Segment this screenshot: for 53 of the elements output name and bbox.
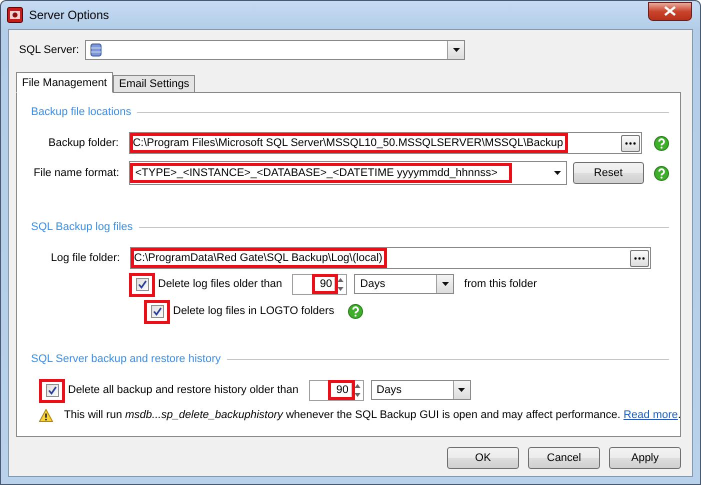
reset-button[interactable]: Reset [572,162,644,184]
dropdown-value: Days [376,384,403,396]
field-value: C:\Program Files\Microsoft SQL Server\MSSQL10_50.MSSQLSERVER\MSSQL\Backup [132,137,564,149]
warning-text: This will run msdb...sp_delete_backuphistory whenever the SQL Backup GUI is open and may affect performance. Read more. [64,409,681,421]
dropdown-arrow-icon [458,388,466,392]
checkbox-label: Delete all backup and restore history older than [68,384,299,396]
app-icon [7,7,23,23]
unit-dropdown[interactable]: Days [370,380,471,400]
section-heading: Backup file locations [31,106,132,118]
checkbox-label: Delete log files in LOGTO folders [173,305,334,317]
suffix-text: from this folder [464,278,537,290]
server-dropdown[interactable] [85,40,466,60]
section-heading: SQL Server backup and restore history [31,353,221,365]
folder-field[interactable]: C:\Program Files\Microsoft SQL Server\MSSQL10_50.MSSQLSERVER\MSSQL\Backup [128,132,642,154]
checkbox[interactable] [46,384,59,396]
dialog-button[interactable]: Cancel [528,447,600,469]
checkbox[interactable] [136,278,149,290]
dropdown-value: <TYPE>_<INSTANCE>_<DATABASE>_<DATETIME yyyymmdd_hhnnss> [135,167,498,179]
ellipsis-icon [634,256,645,260]
server-label: SQL Server: [19,44,80,56]
spinner-value: 90 [336,384,350,396]
field-value: C:\ProgramData\Red Gate\SQL Backup\Log\(local) [134,252,382,264]
checkbox[interactable] [151,304,164,318]
browse-button[interactable] [621,134,640,152]
close-button[interactable] [648,2,692,20]
dropdown-arrow-icon [554,171,562,175]
format-dropdown[interactable]: <TYPE>_<INSTANCE>_<DATABASE>_<DATETIME yyyymmdd_hhnnss> [129,161,567,185]
checkbox-label: Delete log files older than [158,278,282,290]
tab[interactable]: File Management [16,72,113,93]
section-heading: SQL Backup log files [31,221,133,233]
folder-field[interactable]: C:\ProgramData\Red Gate\SQL Backup\Log\(local) [130,247,651,269]
number-spinner[interactable]: 90 [308,380,364,400]
window-title: Server Options [29,8,110,22]
field-label: File name format: [32,167,120,179]
read-more-link[interactable]: Read more [623,409,678,421]
spinner-value: 90 [320,278,334,290]
unit-dropdown[interactable]: Days [354,274,454,294]
close-icon [664,6,676,16]
database-icon [90,43,102,57]
spin-arrows-icon[interactable] [334,274,346,294]
warning-icon [39,408,53,422]
spin-arrows-icon[interactable] [350,380,363,400]
dropdown-arrow-icon [442,282,449,286]
field-label: Log file folder: [50,252,120,264]
browse-button[interactable] [630,250,649,266]
ellipsis-icon [625,142,636,144]
dialog-button[interactable]: Apply [609,447,681,469]
dropdown-value: Days [359,278,386,290]
number-spinner[interactable]: 90 [292,274,348,294]
dropdown-arrow-icon [452,48,460,52]
dialog-button[interactable]: OK [447,447,519,469]
field-label: Backup folder: [47,137,119,149]
tab[interactable]: Email Settings [113,75,196,93]
